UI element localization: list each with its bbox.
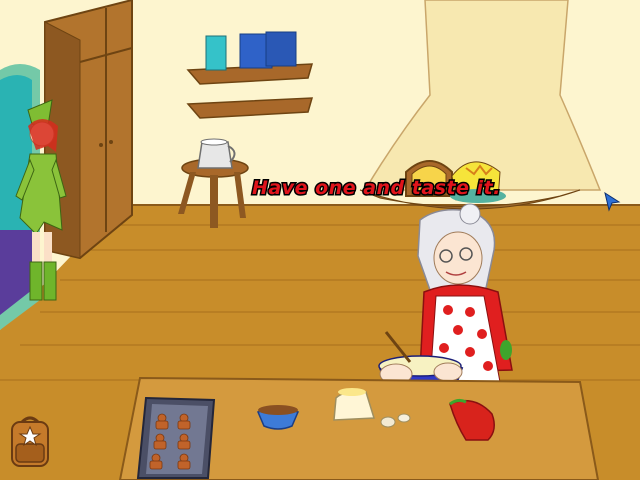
dialogue-line: Have one and taste it. xyxy=(252,177,501,199)
scene-background xyxy=(0,0,640,480)
backpack-icon xyxy=(11,416,49,467)
egg-2 xyxy=(397,413,411,423)
egg xyxy=(380,416,396,428)
blue-box-2 xyxy=(265,31,297,67)
arrow-cursor-icon xyxy=(604,192,621,212)
teal-jar xyxy=(205,35,227,71)
baking-tray xyxy=(136,396,216,479)
inventory-backpack-button[interactable] xyxy=(8,414,52,472)
dialogue-text: Have one and taste it. xyxy=(251,176,502,201)
milk-jug xyxy=(197,141,233,169)
kitchen-scene: Have one and taste it. xyxy=(0,0,640,480)
